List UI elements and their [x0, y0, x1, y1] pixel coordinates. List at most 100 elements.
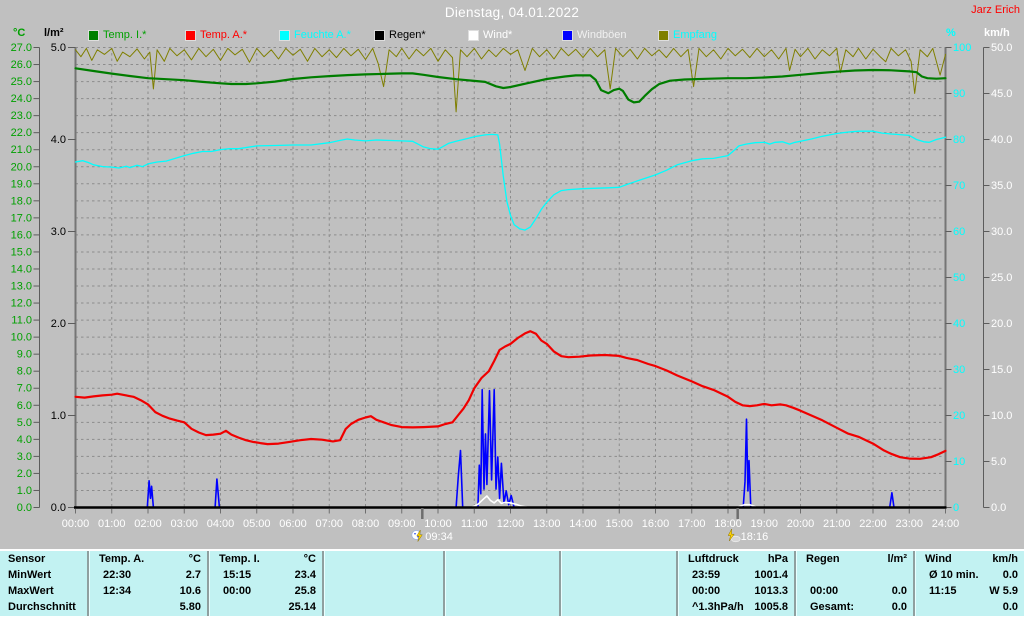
humidity-tick-label: 30 [953, 364, 965, 376]
temp-tick-label: 16.0 [11, 229, 32, 241]
temp-tick-label: 18.0 [11, 195, 32, 207]
temp-tick-label: 17.0 [11, 212, 32, 224]
temp-tick-label: 6.0 [17, 400, 32, 412]
table-col-luftdruck: LuftdruckhPa23:591001.400:001013.3^1.3hP… [676, 551, 794, 616]
table-col-regen: Regenl/m²00:000.0Gesamt:0.0 [794, 551, 913, 616]
table-cell-time [445, 599, 459, 615]
table-col-name [561, 551, 571, 567]
table-col-empty-2 [322, 551, 443, 616]
flash-cloud-icon [728, 529, 740, 542]
table-col-unit: km/h [992, 551, 1024, 567]
table-cell-value: 1001.4 [754, 567, 794, 583]
table-cell-time [561, 583, 575, 599]
temp-axis: 27.026.025.024.023.022.021.020.019.018.0… [11, 42, 40, 514]
wind-tick-label: 40.0 [991, 134, 1012, 146]
table-cell-time [915, 599, 929, 615]
table-cell-value: 0.0 [1003, 599, 1024, 615]
table-cell-time [324, 567, 338, 583]
table-row [561, 567, 676, 583]
table-row: 00:0025.8 [209, 583, 322, 599]
temp-tick-label: 4.0 [17, 434, 32, 446]
temp-tick-label: 12.0 [11, 298, 32, 310]
table-row-label: Durchschnitt [0, 599, 87, 615]
weather-app-screen: Dienstag, 04.01.2022 Jarz Erich °C l/m² … [0, 0, 1024, 618]
table-cell-time: ^1.3hPa/h [678, 599, 744, 615]
table-row [796, 567, 913, 583]
table-row [445, 583, 559, 599]
humidity-axis: 1009080706050403020100 [946, 42, 972, 514]
table-cell-value: 10.6 [180, 583, 207, 599]
rain-tick-label: 5.0 [51, 42, 66, 54]
temp-tick-label: 15.0 [11, 246, 32, 258]
table-row [445, 567, 559, 583]
table-cell-time [796, 567, 810, 583]
table-cell-time [324, 599, 338, 615]
table-cell-value: 0.0 [892, 599, 913, 615]
table-cell-time: 00:00 [209, 583, 251, 599]
x-tick-label: 00:00 [62, 518, 90, 530]
table-col-name [324, 551, 334, 567]
table-cell-time: 12:34 [89, 583, 131, 599]
x-tick-label: 21:00 [823, 518, 851, 530]
table-cell-time [445, 583, 459, 599]
x-tick-label: 18:00 [714, 518, 742, 530]
table-header-row [561, 551, 676, 567]
table-cell-time: Gesamt: [796, 599, 854, 615]
temp-tick-label: 14.0 [11, 263, 32, 275]
humidity-tick-label: 10 [953, 456, 965, 468]
rain-tick-label: 2.0 [51, 318, 66, 330]
wind-tick-label: 5.0 [991, 456, 1006, 468]
table-row [561, 599, 676, 615]
table-col-unit: °C [304, 551, 322, 567]
temp-tick-label: 8.0 [17, 366, 32, 378]
table-col-name [445, 551, 455, 567]
table-col-empty-3 [443, 551, 559, 616]
table-row: Ø 10 min.0.0 [915, 567, 1024, 583]
temp-tick-label: 11.0 [11, 315, 32, 327]
table-row: 11:15W 5.9 [915, 583, 1024, 599]
table-row [445, 599, 559, 615]
table-row [324, 599, 443, 615]
x-tick-label: 23:00 [895, 518, 923, 530]
x-tick-label: 01:00 [98, 518, 126, 530]
x-axis: 00:0001:0002:0003:0004:0005:0006:0007:00… [62, 509, 960, 530]
wind-tick-label: 30.0 [991, 226, 1012, 238]
table-header-row: LuftdruckhPa [678, 551, 794, 567]
table-row: 5.80 [89, 599, 207, 615]
table-col-name: Temp. I. [209, 551, 260, 567]
humidity-tick-label: 70 [953, 180, 965, 192]
table-row [561, 583, 676, 599]
table-col-unit: °C [189, 551, 207, 567]
table-cell-time [209, 599, 223, 615]
humidity-tick-label: 20 [953, 410, 965, 422]
table-cell-time: Ø 10 min. [915, 567, 979, 583]
rain-tick-label: 0.0 [51, 502, 66, 514]
temp-tick-label: 24.0 [11, 93, 32, 105]
x-tick-label: 19:00 [750, 518, 778, 530]
table-cell-value: 2.7 [186, 567, 207, 583]
x-tick-label: 09:00 [388, 518, 416, 530]
humidity-tick-label: 90 [953, 88, 965, 100]
temp-tick-label: 21.0 [11, 144, 32, 156]
table-row: 0.0 [915, 599, 1024, 615]
x-tick-label: 24:00 [932, 518, 960, 530]
temp-tick-label: 2.0 [17, 468, 32, 480]
sun-flash-icon [412, 530, 423, 542]
x-tick-label: 07:00 [315, 518, 343, 530]
marker-time-label: 18:16 [741, 531, 769, 543]
x-tick-label: 10:00 [424, 518, 452, 530]
table-header-row: Windkm/h [915, 551, 1024, 567]
temp-tick-label: 3.0 [17, 451, 32, 463]
x-tick-label: 22:00 [859, 518, 887, 530]
x-tick-label: 13:00 [533, 518, 561, 530]
temp-tick-label: 13.0 [11, 281, 32, 293]
table-col-temp-a-: Temp. A.°C22:302.712:3410.65.80 [87, 551, 207, 616]
temp-tick-label: 19.0 [11, 178, 32, 190]
humidity-tick-label: 50 [953, 272, 965, 284]
humidity-tick-label: 80 [953, 134, 965, 146]
rain-tick-label: 4.0 [51, 134, 66, 146]
wind-tick-label: 15.0 [991, 364, 1012, 376]
table-col-name: Regen [796, 551, 840, 567]
humidity-tick-label: 40 [953, 318, 965, 330]
table-cell-time: 00:00 [678, 583, 720, 599]
